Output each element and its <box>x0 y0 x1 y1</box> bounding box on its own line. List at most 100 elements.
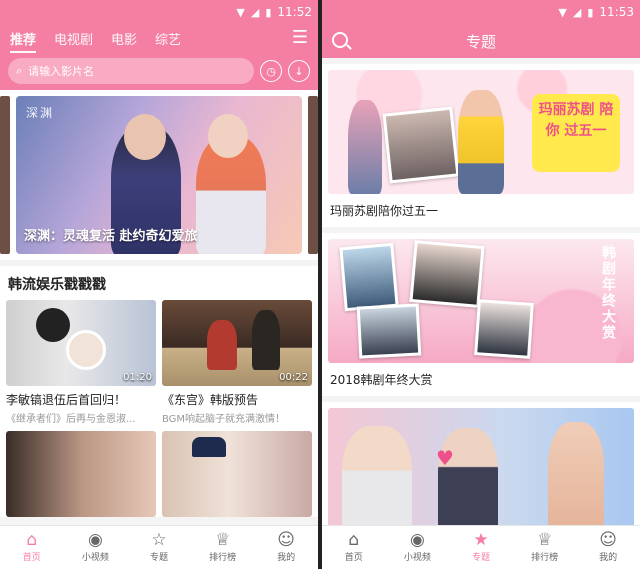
home-screen: ▼ ◢ ▮ 11:52 推荐 电视剧 电影 综艺 ☰ ⌕ 请输入影片名 ◷ ↓ <box>0 0 318 569</box>
banner-caption: 深渊：灵魂复活 赴约奇幻爱旅 <box>24 229 198 244</box>
bottom-nav: ⌂ 首页 ◉ 小视频 ★ 专题 ♕ 排行榜 ☺ 我的 <box>322 525 640 569</box>
battery-icon: ▮ <box>587 5 594 19</box>
status-time: 11:53 <box>599 5 634 19</box>
topic-figure <box>342 426 412 532</box>
tab-variety[interactable]: 综艺 <box>155 29 181 48</box>
nav-home[interactable]: ⌂ 首页 <box>0 526 64 569</box>
banner-tag: 深渊 <box>26 106 55 120</box>
topic-figure <box>548 422 604 532</box>
home-icon: ⌂ <box>26 530 38 550</box>
banner-slide[interactable]: 深渊 深渊：灵魂复活 赴约奇幻爱旅 <box>16 96 302 254</box>
banner-prev-peek <box>0 96 10 254</box>
video-card[interactable]: 00:22 《东宫》韩版预告 BGM响起脑子就充满激情！ <box>162 300 312 425</box>
nav-ranking[interactable]: ♕ 排行榜 <box>191 526 255 569</box>
star-icon: ☆ <box>151 530 167 550</box>
video-card[interactable]: 01:20 李敏镐退伍后首回归！ 《继承者们》后再与金恩淑... <box>6 300 156 425</box>
topic-photo <box>382 106 460 184</box>
home-appbar: 推荐 电视剧 电影 综艺 ☰ ⌕ 请输入影片名 ◷ ↓ <box>0 24 318 90</box>
nav-ranking[interactable]: ♕ 排行榜 <box>513 526 577 569</box>
topics-screen: ▼ ◢ ▮ 11:53 专题 玛丽苏剧 陪你 过五一 玛丽苏剧陪你过五一 韩剧年… <box>322 0 640 569</box>
topic-overlay-text: 韩剧年终大赏 <box>600 245 616 341</box>
nav-me[interactable]: ☺ 我的 <box>254 526 318 569</box>
topic-title: 2018韩剧年终大赏 <box>330 373 433 387</box>
video-title: 《东宫》韩版预告 <box>162 393 259 407</box>
search-input[interactable]: ⌕ 请输入影片名 <box>8 58 254 84</box>
nav-home[interactable]: ⌂ 首页 <box>322 526 386 569</box>
nav-label: 我的 <box>277 553 296 563</box>
topic-title: 玛丽苏剧陪你过五一 <box>330 204 439 218</box>
tab-movie[interactable]: 电影 <box>111 29 137 48</box>
banner-next-peek <box>308 96 318 254</box>
topic-photo <box>474 299 534 359</box>
category-tabs: 推荐 电视剧 电影 综艺 ☰ <box>0 24 318 53</box>
topic-figure <box>438 428 498 532</box>
tab-tv[interactable]: 电视剧 <box>54 29 93 48</box>
star-icon: ★ <box>473 530 489 550</box>
topic-overlay-text: 玛丽苏剧 陪你 过五一 <box>532 94 620 172</box>
status-bar: ▼ ◢ ▮ 11:52 <box>0 0 318 24</box>
topic-photo <box>339 242 399 312</box>
search-placeholder: 请输入影片名 <box>28 65 95 78</box>
video-grid: 01:20 李敏镐退伍后首回归！ 《继承者们》后再与金恩淑... 00:22 《… <box>0 300 318 517</box>
tab-recommend[interactable]: 推荐 <box>10 29 37 53</box>
topic-photo <box>356 303 422 359</box>
nav-label: 专题 <box>149 553 168 563</box>
video-thumbnail: 01:20 <box>6 300 156 386</box>
nav-short-video[interactable]: ◉ 小视频 <box>386 526 450 569</box>
video-thumbnail: 00:22 <box>162 300 312 386</box>
eye-icon: ◉ <box>87 530 103 550</box>
nav-topics[interactable]: ★ 专题 <box>449 526 513 569</box>
topic-photo <box>409 240 485 308</box>
video-card[interactable] <box>6 431 156 517</box>
nav-short-video[interactable]: ◉ 小视频 <box>64 526 128 569</box>
topic-card[interactable]: ♥ <box>322 402 640 532</box>
topic-figure <box>348 100 382 194</box>
signal-icon: ◢ <box>572 5 582 19</box>
trophy-icon: ♕ <box>214 530 231 550</box>
person-icon: ☺ <box>277 530 296 550</box>
banner-face-man <box>124 114 166 160</box>
page-title: 专题 <box>465 32 496 51</box>
nav-topics[interactable]: ☆ 专题 <box>127 526 191 569</box>
trophy-icon: ♕ <box>536 530 553 550</box>
thumb-cap <box>192 437 226 457</box>
video-duration: 00:22 <box>279 372 308 383</box>
nav-me[interactable]: ☺ 我的 <box>576 526 640 569</box>
search-icon[interactable] <box>332 32 348 48</box>
video-subtitle: BGM响起脑子就充满激情！ <box>162 414 286 425</box>
home-icon: ⌂ <box>348 530 360 550</box>
heart-icon: ♥ <box>436 446 454 470</box>
wifi-icon: ▼ <box>236 5 245 19</box>
video-card[interactable] <box>162 431 312 517</box>
wifi-icon: ▼ <box>558 5 567 19</box>
status-bar: ▼ ◢ ▮ 11:53 <box>322 0 640 24</box>
signal-icon: ◢ <box>250 5 260 19</box>
nav-label: 小视频 <box>81 553 109 563</box>
search-icon: ⌕ <box>16 64 23 77</box>
korean-section: 韩流娱乐戳戳戳 01:20 李敏镐退伍后首回归！ 《继承者们》后再与金恩淑...… <box>0 266 318 517</box>
status-icons: ▼ ◢ ▮ <box>236 6 271 19</box>
banner-carousel[interactable]: 深渊 深渊：灵魂复活 赴约奇幻爱旅 <box>0 90 318 260</box>
bottom-nav: ⌂ 首页 ◉ 小视频 ☆ 专题 ♕ 排行榜 ☺ 我的 <box>0 525 318 569</box>
person-icon: ☺ <box>599 530 618 550</box>
video-title: 李敏镐退伍后首回归！ <box>6 393 127 407</box>
topic-figure <box>458 90 504 194</box>
topic-image: 玛丽苏剧 陪你 过五一 <box>328 70 634 194</box>
battery-icon: ▮ <box>265 5 272 19</box>
eye-icon: ◉ <box>409 530 425 550</box>
nav-label: 排行榜 <box>209 553 237 563</box>
topics-titlebar: 专题 <box>322 24 640 58</box>
topic-card[interactable]: 韩剧年终大赏 2018韩剧年终大赏 <box>322 233 640 396</box>
download-icon[interactable]: ↓ <box>288 60 310 82</box>
nav-label: 小视频 <box>403 553 431 563</box>
menu-icon[interactable]: ☰ <box>292 29 308 47</box>
video-subtitle: 《继承者们》后再与金恩淑... <box>6 414 136 425</box>
section-title: 韩流娱乐戳戳戳 <box>8 277 106 293</box>
thumb-figure <box>207 320 237 370</box>
history-icon[interactable]: ◷ <box>260 60 282 82</box>
topic-image: 韩剧年终大赏 <box>328 239 634 363</box>
nav-label: 首页 <box>22 553 41 563</box>
topic-card[interactable]: 玛丽苏剧 陪你 过五一 玛丽苏剧陪你过五一 <box>322 64 640 227</box>
nav-label: 排行榜 <box>531 553 559 563</box>
nav-label: 我的 <box>599 553 618 563</box>
